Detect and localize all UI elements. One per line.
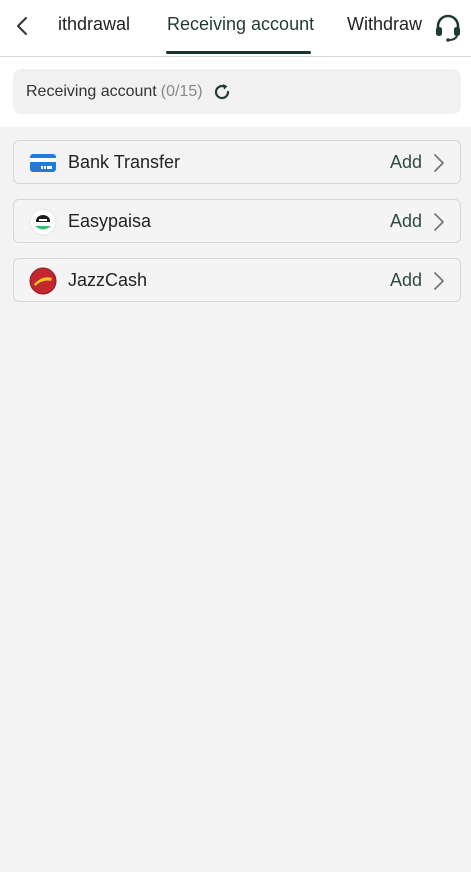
method-name: JazzCash <box>68 269 148 290</box>
refresh-button[interactable] <box>212 82 232 102</box>
payment-method-jazzcash[interactable]: JazzCash Add <box>13 258 461 302</box>
add-link[interactable]: Add <box>390 152 422 173</box>
easypaisa-logo-icon <box>29 208 57 236</box>
counter-value: (0/15) <box>160 82 203 100</box>
chevron-right-icon <box>434 272 444 290</box>
tab-receiving-account[interactable]: Receiving account <box>167 12 314 36</box>
tab-withdrawal[interactable]: ithdrawal <box>58 12 130 36</box>
payment-method-bank-transfer[interactable]: Bank Transfer Add <box>13 140 461 184</box>
counter-label: Receiving account <box>26 82 157 100</box>
customer-support-button[interactable] <box>430 10 466 44</box>
jazzcash-logo-icon <box>29 267 57 295</box>
refresh-icon <box>214 83 229 99</box>
chevron-right-icon <box>434 213 444 231</box>
payment-method-list: Bank Transfer Add Easypaisa Add JazzCash… <box>13 140 461 317</box>
method-name: Easypaisa <box>68 210 152 231</box>
add-link[interactable]: Add <box>390 211 422 232</box>
top-navigation-bar: ithdrawal Receiving account Withdraw <box>0 0 471 57</box>
receiving-account-counter: Receiving account (0/15) <box>13 69 461 114</box>
add-link[interactable]: Add <box>390 270 422 291</box>
chevron-right-icon <box>434 154 444 172</box>
active-tab-indicator <box>166 51 311 54</box>
headset-icon <box>436 14 460 42</box>
method-name: Bank Transfer <box>68 151 181 172</box>
tab-bar: ithdrawal Receiving account Withdraw <box>0 0 471 56</box>
payment-method-easypaisa[interactable]: Easypaisa Add <box>13 199 461 243</box>
tab-withdraw-records[interactable]: Withdraw <box>347 12 423 36</box>
bank-card-icon <box>29 149 57 177</box>
